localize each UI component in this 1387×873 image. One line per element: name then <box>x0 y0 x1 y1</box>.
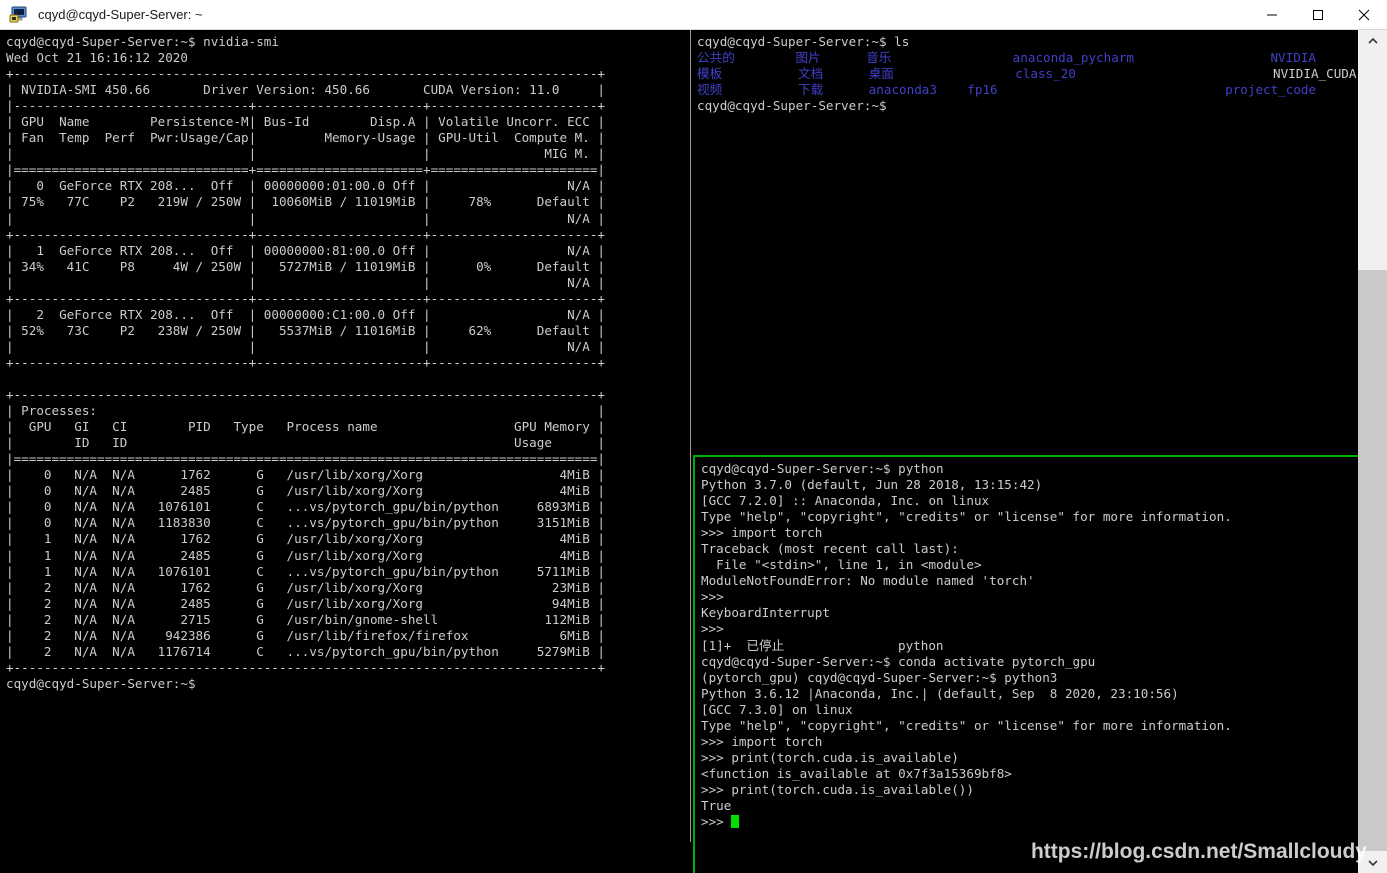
terminal-window: cqyd@cqyd-Super-Server: ~ cqyd@cqyd-Supe… <box>0 0 1387 873</box>
python-repl-output: cqyd@cqyd-Super-Server:~$ python Python … <box>701 461 1358 830</box>
ls-spacer <box>1134 50 1270 65</box>
ls-spacer <box>894 66 1015 81</box>
ls-entry: 模板 <box>697 66 723 82</box>
ls-spacer <box>735 50 796 65</box>
window-title: cqyd@cqyd-Super-Server: ~ <box>38 7 203 22</box>
ls-entry: fp16 <box>967 82 998 98</box>
ls-entry: NVIDIA <box>1270 50 1316 66</box>
ls-entry: anaconda3 <box>868 82 937 98</box>
pane-vertical-divider[interactable] <box>690 30 691 842</box>
ls-spacer <box>937 82 967 97</box>
ls-entry: 桌面 <box>868 66 894 82</box>
python-repl-pane[interactable]: cqyd@cqyd-Super-Server:~$ python Python … <box>699 459 1358 871</box>
ls-entry: 文档 <box>798 66 824 82</box>
ls-listing: 公共的 图片 音乐 anaconda_pycharm NVIDIA 模板 文档 … <box>697 50 1358 98</box>
window-scrollbar[interactable] <box>1358 30 1387 873</box>
block-cursor-icon <box>731 815 740 829</box>
nvidia-smi-pane[interactable]: cqyd@cqyd-Super-Server:~$ nvidia-smi Wed… <box>0 30 690 842</box>
scrollbar-track[interactable] <box>1358 270 1387 851</box>
ls-entry: 视频 <box>697 82 723 98</box>
ls-spacer <box>891 50 1012 65</box>
ls-entry: 公共的 <box>697 50 735 66</box>
window-titlebar: cqyd@cqyd-Super-Server: ~ <box>0 0 1387 30</box>
active-pane-left-border <box>693 455 695 873</box>
ls-pane[interactable]: cqyd@cqyd-Super-Server:~$ ls 公共的 图片 音乐 a… <box>693 30 1358 454</box>
pane-horizontal-divider-active[interactable] <box>693 455 1358 457</box>
ls-command-line: cqyd@cqyd-Super-Server:~$ ls <box>697 34 910 49</box>
ls-spacer <box>821 50 867 65</box>
python-repl-text: cqyd@cqyd-Super-Server:~$ python Python … <box>701 461 1232 830</box>
ls-entry: 音乐 <box>866 50 892 66</box>
ls-spacer <box>1076 66 1273 81</box>
ls-spacer <box>722 66 798 81</box>
ls-entry: class_20 <box>1015 66 1076 82</box>
ls-entry: 下载 <box>798 82 824 98</box>
ls-spacer <box>998 82 1225 97</box>
ls-spacer <box>823 82 869 97</box>
ls-entry: project_code <box>1225 82 1317 98</box>
window-controls <box>1249 0 1387 30</box>
terminal-body[interactable]: cqyd@cqyd-Super-Server:~$ nvidia-smi Wed… <box>0 30 1358 873</box>
minimize-button[interactable] <box>1249 0 1295 30</box>
ls-spacer <box>722 82 798 97</box>
nvidia-smi-output: cqyd@cqyd-Super-Server:~$ nvidia-smi Wed… <box>6 34 605 691</box>
ls-spacer <box>823 66 869 81</box>
ls-trailing-prompt: cqyd@cqyd-Super-Server:~$ <box>697 98 887 114</box>
scrollbar-thumb[interactable] <box>1358 52 1387 270</box>
terminal-window-icon <box>8 4 30 26</box>
scroll-down-arrow-icon[interactable] <box>1358 851 1387 873</box>
ls-entry: anaconda_pycharm <box>1012 50 1134 66</box>
ls-entry: NVIDIA_CUDA-10.1_Samples <box>1273 66 1358 82</box>
scroll-up-arrow-icon[interactable] <box>1358 30 1387 52</box>
maximize-button[interactable] <box>1295 0 1341 30</box>
close-button[interactable] <box>1341 0 1387 30</box>
ls-entry: 图片 <box>795 50 821 66</box>
